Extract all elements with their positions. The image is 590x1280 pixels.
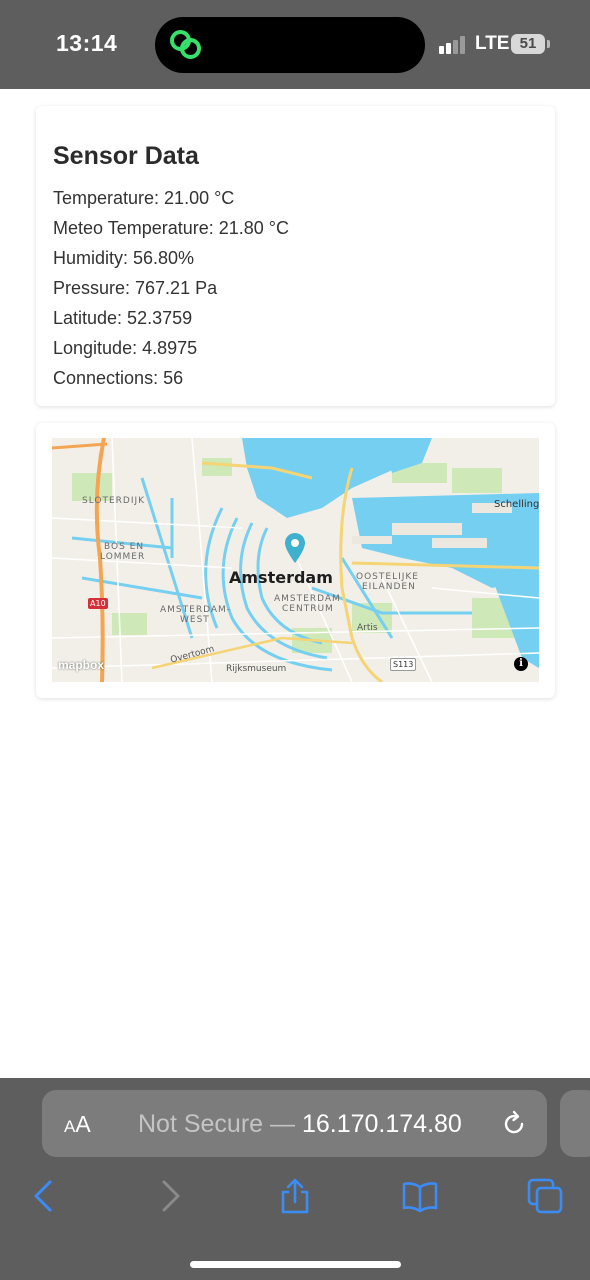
sensor-data-card: Sensor Data Temperature: 21.00 °C Meteo … [36, 106, 555, 406]
home-indicator[interactable] [190, 1261, 401, 1268]
tabs-icon[interactable] [527, 1178, 563, 1214]
address-bar[interactable]: AA Not Secure — 16.170.174.80 [42, 1090, 547, 1157]
reading-meteo-temperature: Meteo Temperature: 21.80 °C [53, 218, 289, 238]
next-tab-pill[interactable] [560, 1090, 590, 1157]
map-label-rijksmuseum: Rijksmuseum [226, 664, 287, 674]
reading-pressure: Pressure: 767.21 Pa [53, 278, 218, 298]
network-type: LTE [475, 33, 510, 54]
reading-humidity: Humidity: 56.80% [53, 248, 195, 268]
dynamic-island[interactable] [155, 17, 425, 73]
info-icon[interactable]: i [514, 657, 528, 671]
map-label-centrum-2: CENTRUM [282, 604, 334, 614]
sensor-data-title: Sensor Data [53, 142, 199, 170]
aa-big: A [75, 1111, 91, 1137]
map-view[interactable]: SLOTERDIJK BOS EN LOMMER Schelling OOSTE… [52, 438, 539, 682]
url-security-prefix: Not Secure — [138, 1110, 302, 1138]
url-text[interactable]: Not Secure — 16.170.174.80 [138, 1110, 462, 1139]
map-label-eilanden: EILANDEN [362, 582, 416, 592]
status-bar: 13:14 LTE 51 [0, 0, 590, 89]
map-label-bos-en-lommer: BOS EN [104, 542, 145, 552]
map-marker-icon[interactable] [283, 532, 307, 564]
map-label-oostelijke: OOSTELIJKE [356, 572, 419, 582]
map-label-schelling: Schelling [494, 499, 539, 510]
reading-connections: Connections: 56 [53, 368, 184, 388]
browser-toolbar: AA Not Secure — 16.170.174.80 [0, 1078, 590, 1280]
map-label-west-2: WEST [180, 615, 210, 625]
battery-nub [547, 40, 550, 48]
signal-icon [439, 36, 465, 54]
map-card: SLOTERDIJK BOS EN LOMMER Schelling OOSTE… [36, 423, 555, 698]
status-time: 13:14 [56, 30, 118, 56]
road-badge-s113: S113 [390, 658, 417, 671]
battery-icon: 51 [511, 34, 545, 54]
reading-temperature: Temperature: 21.00 °C [53, 188, 235, 208]
reader-aa-button[interactable]: AA [64, 1111, 91, 1138]
map-label-artis: Artis [357, 623, 378, 633]
map-label-sloterdijk: SLOTERDIJK [82, 496, 146, 506]
aa-small: A [64, 1117, 76, 1136]
reading-longitude: Longitude: 4.8975 [53, 338, 198, 358]
url-host: 16.170.174.80 [301, 1110, 462, 1138]
map-label-city: Amsterdam [229, 568, 333, 587]
reading-latitude: Latitude: 52.3759 [53, 308, 193, 328]
mapbox-logo[interactable]: mapbox [58, 658, 104, 672]
reload-icon[interactable] [500, 1110, 528, 1138]
road-badge-a10: A10 [88, 598, 108, 609]
map-label-west: AMSTERDAM- [160, 605, 232, 615]
share-icon[interactable] [277, 1178, 313, 1214]
sensor-readings-list: Temperature: 21.00 °C Meteo Temperature:… [53, 186, 289, 396]
map-label-bos-en-lommer-2: LOMMER [100, 552, 146, 562]
map-label-centrum: AMSTERDAM [274, 594, 341, 604]
back-icon[interactable] [26, 1178, 62, 1214]
bookmarks-icon[interactable] [402, 1178, 438, 1214]
forward-icon[interactable] [152, 1178, 188, 1214]
island-app-icon [170, 30, 201, 59]
